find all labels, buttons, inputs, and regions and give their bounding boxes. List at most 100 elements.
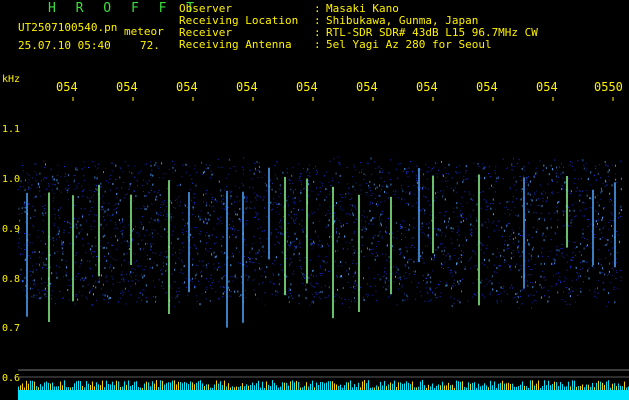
- noise-pixel: [477, 278, 479, 280]
- noise-pixel: [173, 163, 175, 165]
- noise-pixel: [447, 253, 449, 255]
- noise-pixel: [576, 187, 578, 189]
- noise-pixel: [487, 206, 489, 207]
- noise-pixel: [81, 168, 83, 170]
- noise-pixel: [84, 278, 86, 280]
- noise-pixel: [210, 274, 212, 276]
- noise-pixel: [154, 164, 156, 167]
- noise-pixel: [421, 222, 423, 225]
- noise-pixel: [585, 208, 587, 210]
- noise-pixel: [517, 246, 519, 249]
- noise-pixel: [319, 181, 321, 183]
- noise-pixel: [353, 166, 355, 168]
- time-tick-marks: [72, 97, 614, 101]
- noise-pixel: [544, 219, 545, 222]
- noise-pixel: [155, 161, 157, 164]
- noise-pixel: [482, 163, 484, 165]
- noise-pixel: [385, 230, 386, 233]
- noise-pixel: [247, 279, 249, 281]
- noise-pixel: [435, 163, 437, 164]
- noise-pixel: [259, 166, 261, 168]
- noise-pixel: [495, 166, 497, 168]
- noise-pixel: [403, 255, 404, 257]
- noise-pixel: [607, 165, 609, 167]
- noise-pixel: [604, 207, 605, 208]
- noise-pixel: [41, 252, 43, 254]
- noise-pixel: [421, 251, 423, 254]
- noise-pixel: [207, 251, 209, 253]
- noise-pixel: [620, 160, 622, 162]
- noise-pixel: [506, 201, 508, 204]
- baseline-spike: [404, 383, 405, 390]
- noise-pixel: [177, 294, 179, 295]
- noise-pixel: [355, 218, 357, 220]
- noise-pixel: [588, 176, 590, 178]
- baseline-spike: [224, 380, 225, 390]
- noise-pixel: [135, 207, 137, 209]
- baseline-spike: [478, 383, 479, 390]
- baseline-spike: [166, 383, 167, 390]
- noise-pixel: [515, 293, 517, 295]
- noise-pixel: [544, 279, 546, 281]
- noise-pixel: [220, 239, 222, 241]
- noise-pixel: [160, 204, 162, 206]
- noise-pixel: [536, 190, 538, 192]
- noise-pixel: [292, 201, 294, 203]
- noise-pixel: [540, 296, 542, 299]
- baseline-spike: [22, 383, 23, 390]
- noise-pixel: [91, 288, 93, 290]
- noise-pixel: [187, 294, 189, 296]
- noise-pixel: [379, 170, 381, 172]
- noise-pixel: [278, 283, 280, 286]
- noise-pixel: [478, 165, 480, 167]
- noise-pixel: [104, 246, 105, 249]
- baseline-spike: [222, 385, 223, 390]
- noise-pixel: [347, 281, 349, 283]
- baseline-spike: [246, 384, 247, 390]
- noise-pixel: [185, 231, 187, 232]
- noise-pixel: [321, 245, 323, 248]
- noise-pixel: [164, 228, 166, 231]
- noise-pixel: [39, 297, 41, 300]
- noise-pixel: [529, 180, 531, 183]
- meteor-echo: [306, 178, 308, 284]
- noise-pixel: [534, 299, 535, 301]
- noise-pixel: [104, 255, 105, 257]
- noise-pixel: [581, 178, 582, 180]
- noise-pixel: [556, 248, 558, 251]
- noise-pixel: [105, 291, 107, 293]
- noise-pixel: [110, 237, 112, 238]
- noise-pixel: [483, 252, 485, 254]
- noise-pixel: [150, 217, 152, 219]
- noise-pixel: [496, 225, 498, 227]
- noise-pixel: [106, 180, 108, 182]
- noise-pixel: [84, 166, 86, 168]
- noise-pixel: [382, 185, 384, 187]
- noise-pixel: [155, 300, 157, 303]
- noise-pixel: [112, 283, 114, 285]
- noise-pixel: [382, 237, 384, 239]
- noise-pixel: [457, 299, 459, 301]
- noise-pixel: [299, 252, 300, 254]
- noise-pixel: [345, 193, 347, 196]
- noise-pixel: [256, 194, 258, 196]
- noise-pixel: [63, 232, 65, 234]
- noise-pixel: [490, 207, 492, 210]
- noise-pixel: [605, 180, 607, 183]
- noise-pixel: [141, 299, 142, 301]
- noise-pixel: [425, 245, 426, 247]
- noise-pixel: [32, 271, 34, 274]
- noise-pixel: [440, 262, 442, 265]
- noise-pixel: [439, 243, 441, 245]
- noise-pixel: [156, 264, 158, 267]
- noise-pixel: [75, 276, 77, 277]
- noise-pixel: [558, 176, 559, 178]
- noise-pixel: [376, 186, 378, 189]
- baseline-spike: [226, 386, 227, 390]
- meteor-echo: [566, 176, 568, 248]
- noise-pixel: [472, 250, 474, 252]
- noise-pixel: [541, 235, 543, 237]
- noise-pixel: [541, 205, 543, 208]
- noise-pixel: [78, 291, 80, 293]
- noise-pixel: [228, 158, 230, 161]
